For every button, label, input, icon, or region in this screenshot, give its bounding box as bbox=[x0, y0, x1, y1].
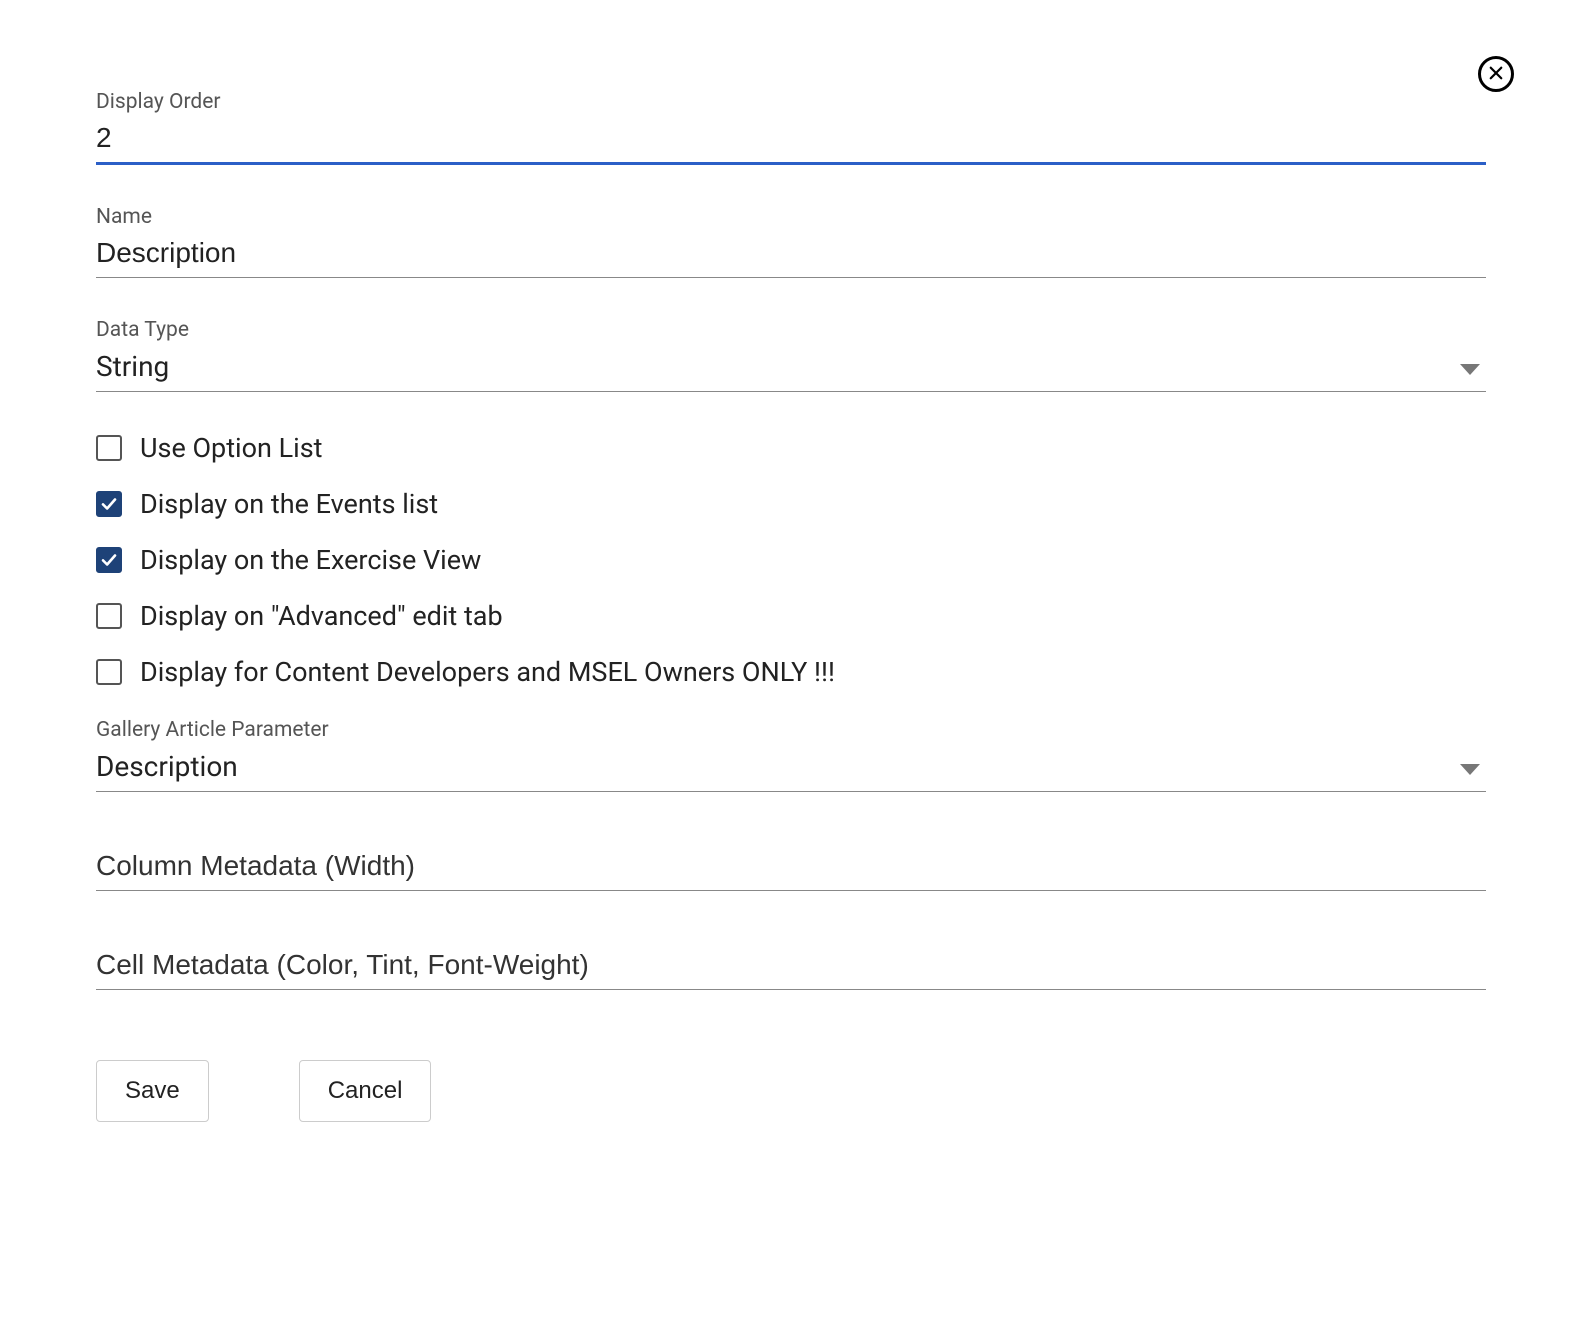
dialog-form: Display Order Name Data Type String Use … bbox=[0, 0, 1574, 1334]
data-type-label: Data Type bbox=[96, 318, 1486, 342]
cancel-button[interactable]: Cancel bbox=[299, 1060, 432, 1122]
name-field: Name bbox=[96, 205, 1486, 278]
display-events-list-checkbox[interactable]: Display on the Events list bbox=[96, 488, 1486, 520]
save-button[interactable]: Save bbox=[96, 1060, 209, 1122]
button-row: Save Cancel bbox=[96, 1060, 1486, 1122]
column-metadata-input[interactable] bbox=[96, 844, 1486, 891]
data-type-field: Data Type String bbox=[96, 318, 1486, 392]
cell-metadata-field bbox=[96, 943, 1486, 990]
cell-metadata-input[interactable] bbox=[96, 943, 1486, 990]
gallery-article-parameter-label: Gallery Article Parameter bbox=[96, 718, 1486, 742]
gallery-article-parameter-field: Gallery Article Parameter Description bbox=[96, 718, 1486, 792]
display-owners-only-label: Display for Content Developers and MSEL … bbox=[140, 656, 835, 688]
use-option-list-label: Use Option List bbox=[140, 432, 322, 464]
close-icon bbox=[1487, 64, 1505, 85]
gallery-article-parameter-select[interactable]: Description bbox=[96, 744, 1486, 792]
data-type-selected-value: String bbox=[96, 344, 1486, 392]
name-label: Name bbox=[96, 205, 1486, 229]
display-advanced-edit-checkbox[interactable]: Display on "Advanced" edit tab bbox=[96, 600, 1486, 632]
display-owners-only-checkbox[interactable]: Display for Content Developers and MSEL … bbox=[96, 656, 1486, 688]
close-button[interactable] bbox=[1478, 56, 1514, 92]
checkbox-group: Use Option List Display on the Events li… bbox=[96, 432, 1486, 688]
display-advanced-edit-label: Display on "Advanced" edit tab bbox=[140, 600, 503, 632]
column-metadata-field bbox=[96, 844, 1486, 891]
name-input[interactable] bbox=[96, 231, 1486, 278]
display-events-list-label: Display on the Events list bbox=[140, 488, 438, 520]
display-exercise-view-label: Display on the Exercise View bbox=[140, 544, 481, 576]
display-exercise-view-checkbox[interactable]: Display on the Exercise View bbox=[96, 544, 1486, 576]
data-type-select[interactable]: String bbox=[96, 344, 1486, 392]
display-order-input[interactable] bbox=[96, 116, 1486, 165]
display-order-label: Display Order bbox=[96, 90, 1486, 114]
gallery-article-parameter-selected-value: Description bbox=[96, 744, 1486, 792]
use-option-list-checkbox[interactable]: Use Option List bbox=[96, 432, 1486, 464]
display-order-field: Display Order bbox=[96, 90, 1486, 165]
